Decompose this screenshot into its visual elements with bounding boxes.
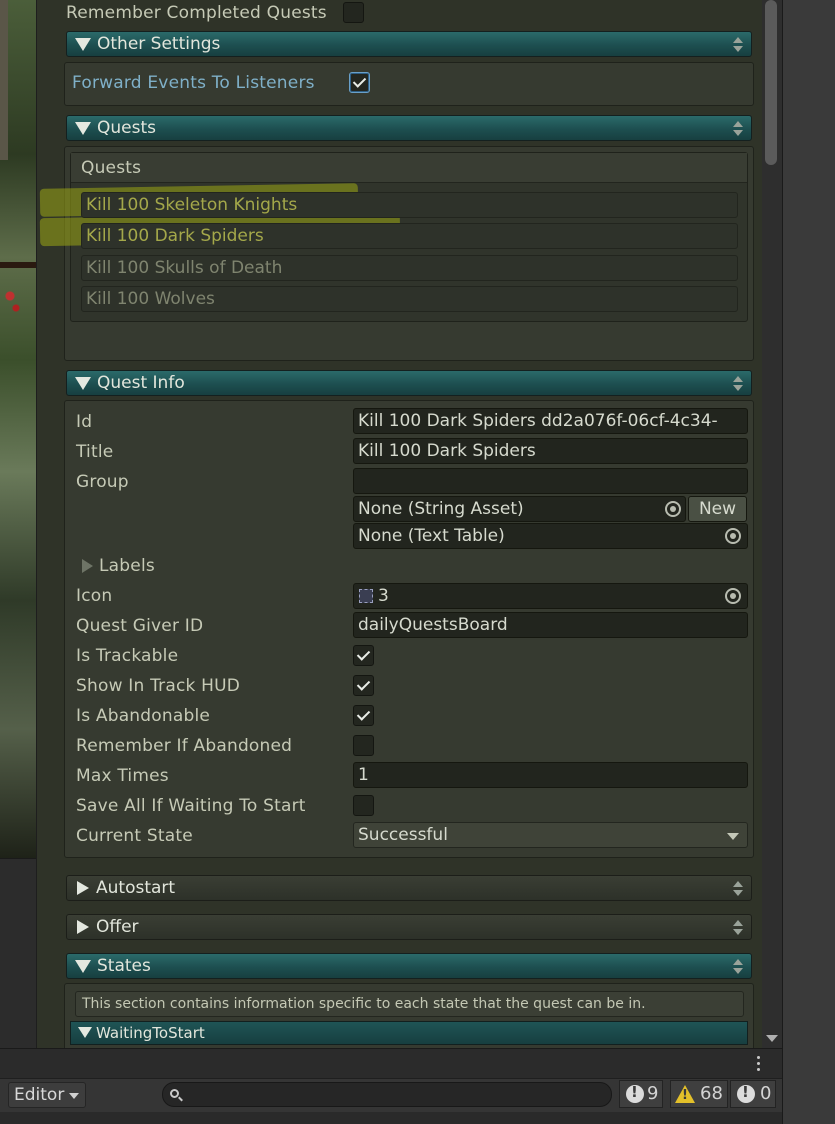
quests-list-title: Quests	[81, 158, 142, 178]
collapsed-arrow-icon[interactable]	[82, 559, 93, 573]
error-icon	[737, 1083, 755, 1103]
remember-abandoned-label: Remember If Abandoned	[76, 736, 293, 756]
title-label: Title	[76, 442, 114, 462]
save-all-label: Save All If Waiting To Start	[76, 796, 306, 816]
status-strip	[0, 1112, 782, 1124]
reorder-icon[interactable]	[733, 376, 743, 392]
states-help-box: This section contains information specif…	[75, 991, 744, 1017]
string-asset-field[interactable]: None (String Asset)	[353, 496, 686, 522]
is-trackable-label: Is Trackable	[76, 646, 179, 666]
list-item[interactable]: Kill 100 Wolves	[81, 286, 738, 312]
viewport-bottom-area	[0, 858, 36, 1048]
warning-icon	[675, 1085, 695, 1103]
id-field[interactable]: Kill 100 Dark Spiders dd2a076f-06cf-4c34…	[353, 408, 748, 434]
show-in-hud-toggle[interactable]	[353, 675, 374, 696]
scrollbar-thumb[interactable]	[765, 0, 777, 165]
reorder-icon[interactable]	[733, 121, 743, 137]
autostart-foldout[interactable]: Autostart	[66, 875, 752, 901]
expanded-arrow-icon	[78, 1027, 92, 1038]
scroll-down-icon[interactable]	[766, 1035, 778, 1042]
editor-dropdown[interactable]: Editor	[8, 1082, 86, 1108]
object-picker-icon[interactable]	[725, 528, 741, 544]
states-foldout[interactable]: States	[66, 953, 752, 979]
warning-count: 68	[700, 1083, 723, 1104]
offer-foldout[interactable]: Offer	[66, 914, 752, 940]
expanded-arrow-icon	[75, 38, 91, 51]
console-search-input[interactable]	[162, 1082, 612, 1107]
quest-giver-field[interactable]: dailyQuestsBoard	[353, 612, 748, 638]
object-picker-icon[interactable]	[725, 588, 741, 604]
more-options-icon[interactable]	[757, 1056, 761, 1072]
expanded-arrow-icon	[75, 960, 91, 973]
group-field[interactable]	[353, 468, 748, 494]
list-item[interactable]: Kill 100 Skulls of Death	[81, 255, 738, 281]
sprite-icon	[359, 589, 373, 603]
title-field[interactable]: Kill 100 Dark Spiders	[353, 438, 748, 464]
info-icon	[626, 1083, 644, 1103]
is-trackable-toggle[interactable]	[353, 645, 374, 666]
tree-trunk	[0, 0, 8, 160]
text-table-field[interactable]: None (Text Table)	[353, 523, 748, 549]
is-abandonable-toggle[interactable]	[353, 705, 374, 726]
show-in-hud-label: Show In Track HUD	[76, 676, 241, 696]
save-all-toggle[interactable]	[353, 795, 374, 816]
offer-title: Offer	[96, 917, 139, 937]
remember-completed-toggle[interactable]	[343, 2, 364, 23]
list-item[interactable]: Kill 100 Dark Spiders	[81, 223, 738, 249]
inspector-scrollbar[interactable]	[762, 0, 782, 1048]
max-times-field[interactable]: 1	[353, 762, 748, 788]
search-icon	[170, 1089, 179, 1098]
chevron-down-icon	[727, 833, 739, 840]
info-count: 9	[647, 1083, 659, 1104]
console-toolbar-top	[0, 1048, 782, 1078]
quest-giver-label: Quest Giver ID	[76, 616, 204, 636]
is-abandonable-label: Is Abandonable	[76, 706, 211, 726]
id-label: Id	[76, 412, 93, 432]
other-settings-title: Other Settings	[97, 34, 221, 54]
icon-value: 3	[378, 586, 389, 606]
quest-info-title: Quest Info	[97, 373, 185, 393]
quests-foldout[interactable]: Quests	[66, 115, 752, 141]
states-title: States	[97, 956, 151, 976]
current-state-value: Successful	[358, 825, 448, 845]
reorder-icon[interactable]	[733, 920, 743, 936]
current-state-dropdown[interactable]: Successful	[353, 822, 748, 848]
quests-foldout-title: Quests	[97, 118, 156, 138]
window-edge	[782, 0, 835, 1124]
quests-list-header	[71, 153, 747, 183]
collapsed-arrow-icon	[77, 920, 89, 934]
remember-abandoned-toggle[interactable]	[353, 735, 374, 756]
object-picker-icon[interactable]	[665, 501, 681, 517]
reorder-icon[interactable]	[733, 959, 743, 975]
expanded-arrow-icon	[75, 122, 91, 135]
editor-dropdown-label: Editor	[14, 1085, 65, 1105]
state-waiting-title: WaitingToStart	[96, 1024, 205, 1042]
string-asset-value: None (String Asset)	[358, 499, 524, 519]
fence	[0, 262, 36, 268]
scene-viewport[interactable]	[0, 0, 36, 858]
list-item[interactable]: Kill 100 Skeleton Knights	[81, 192, 738, 218]
red-flowers	[2, 280, 22, 320]
forward-events-label: Forward Events To Listeners	[72, 73, 315, 93]
max-times-label: Max Times	[76, 766, 169, 786]
remember-completed-label: Remember Completed Quests	[66, 3, 327, 23]
collapsed-arrow-icon	[77, 881, 89, 895]
group-label: Group	[76, 472, 129, 492]
reorder-icon[interactable]	[733, 881, 743, 897]
reorder-icon[interactable]	[733, 37, 743, 53]
new-button[interactable]: New	[688, 496, 747, 522]
forward-events-toggle[interactable]	[349, 72, 370, 93]
current-state-label: Current State	[76, 826, 193, 846]
labels-foldout-label[interactable]: Labels	[99, 556, 155, 576]
error-count: 0	[760, 1083, 772, 1104]
quest-info-foldout[interactable]: Quest Info	[66, 370, 752, 396]
expanded-arrow-icon	[75, 377, 91, 390]
icon-field[interactable]: 3	[353, 583, 748, 609]
icon-label: Icon	[76, 586, 113, 606]
chevron-down-icon	[69, 1093, 79, 1099]
autostart-title: Autostart	[96, 878, 176, 898]
text-table-value: None (Text Table)	[358, 526, 505, 546]
other-settings-foldout[interactable]: Other Settings	[66, 31, 752, 57]
